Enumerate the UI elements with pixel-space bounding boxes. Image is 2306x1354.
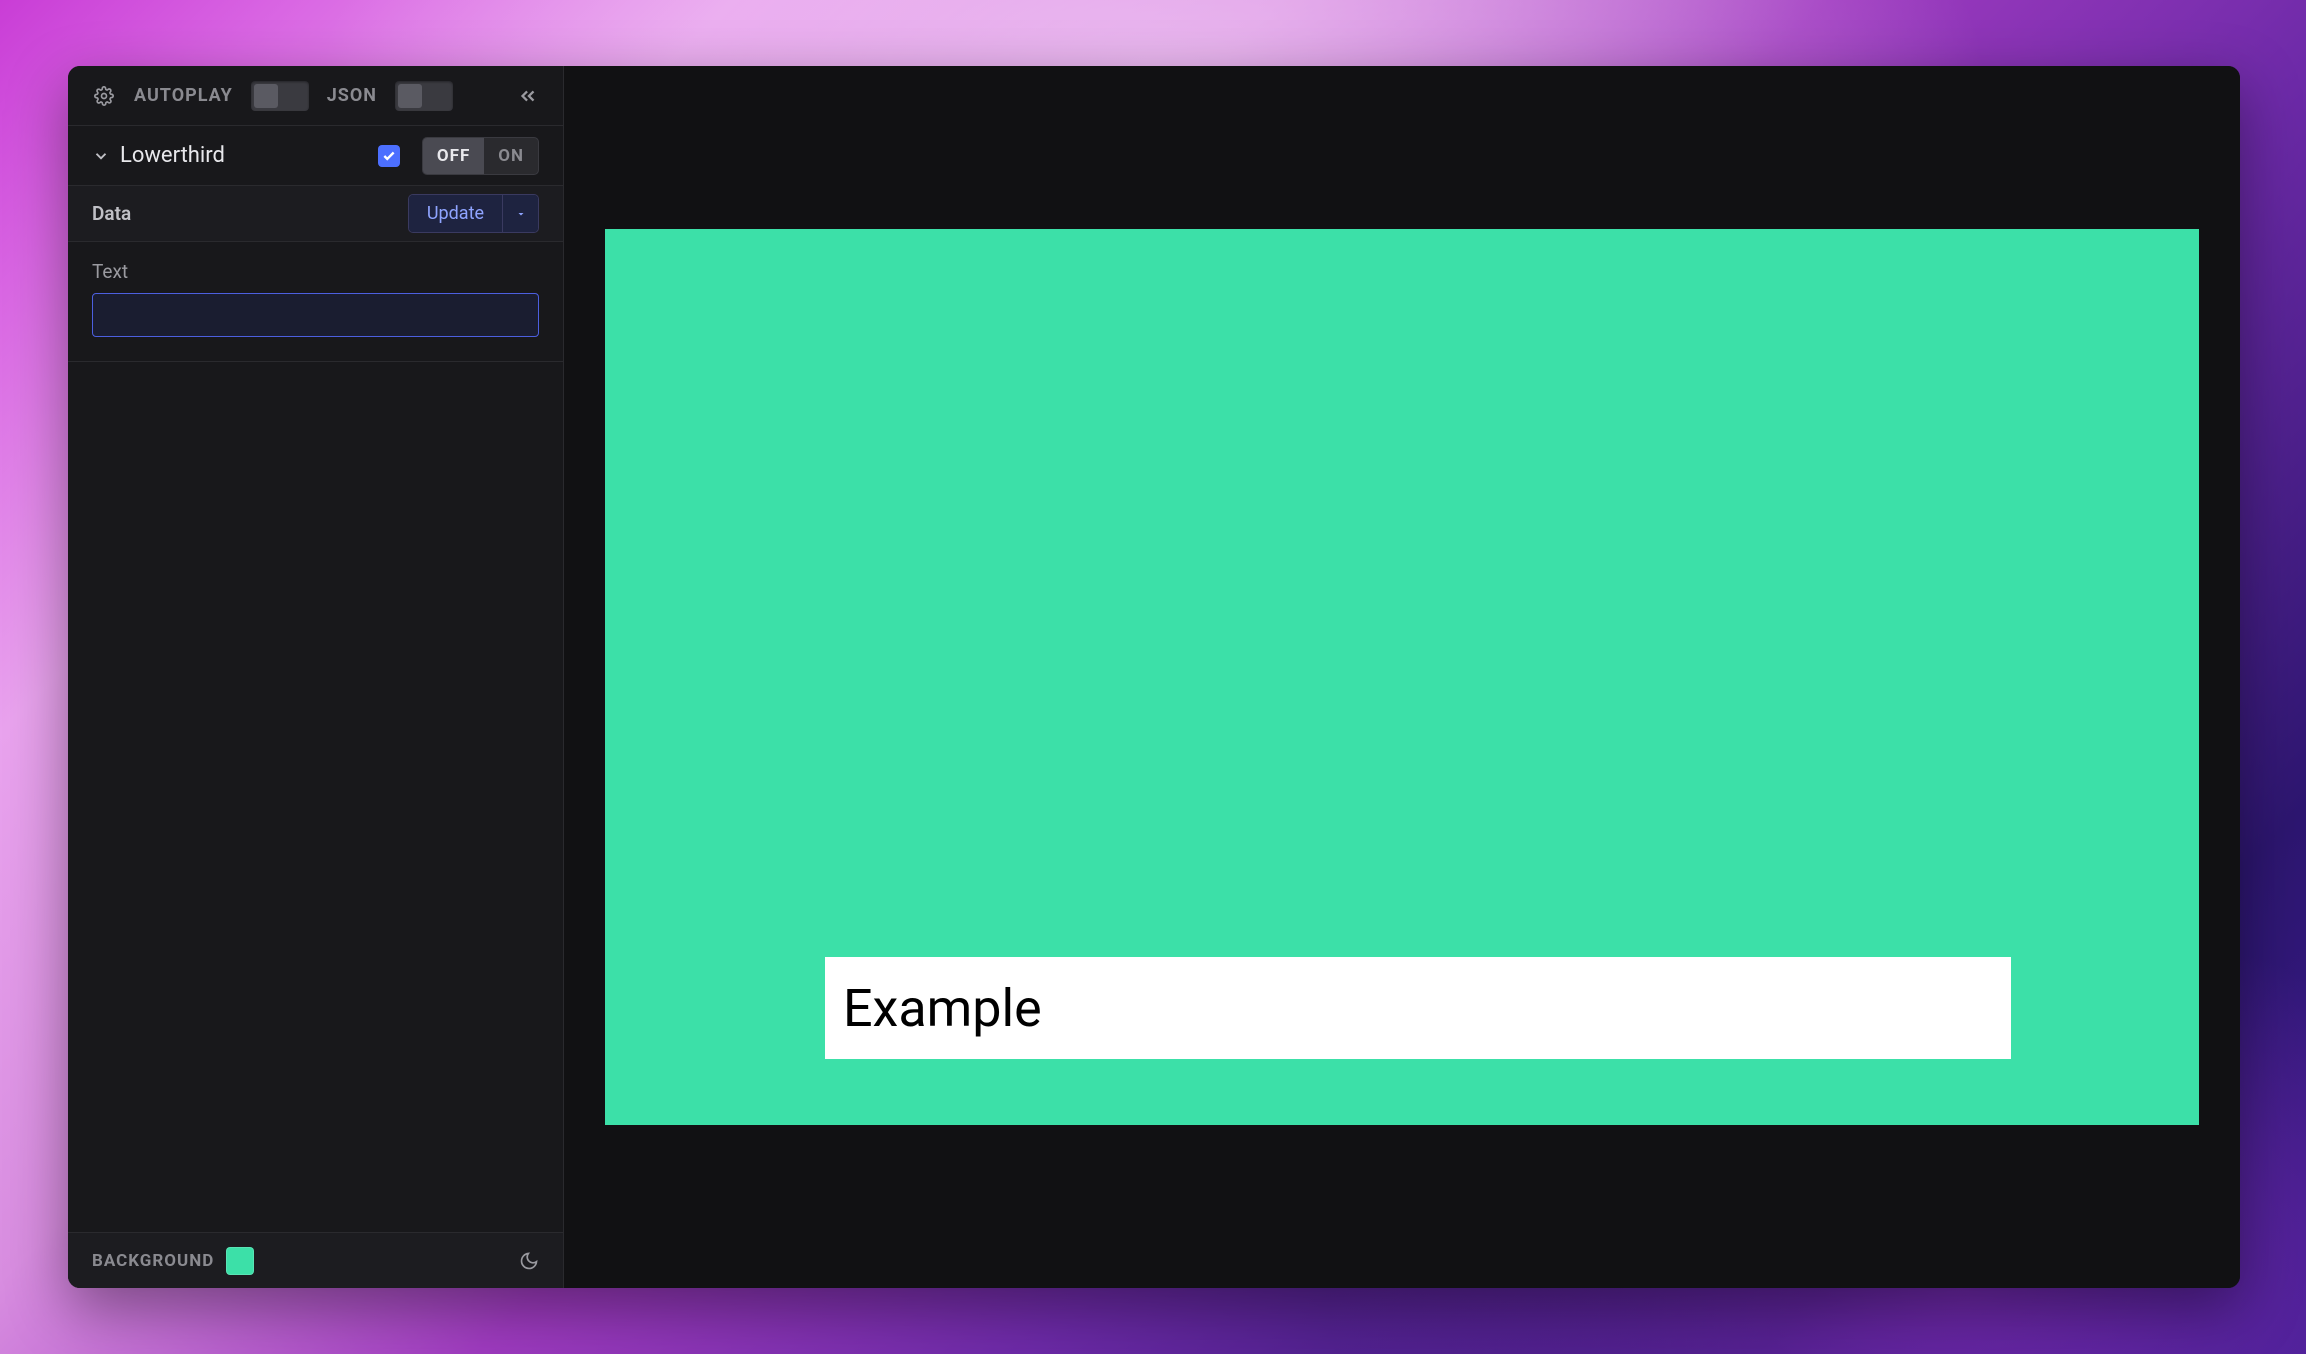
gear-icon (94, 86, 114, 106)
json-label: JSON (327, 85, 377, 106)
settings-button[interactable] (92, 84, 116, 108)
autoplay-label: AUTOPLAY (134, 85, 233, 106)
sidebar-footer: BACKGROUND (68, 1232, 563, 1288)
text-field-group: Text (68, 242, 563, 362)
caret-down-icon (515, 208, 527, 220)
segment-off[interactable]: OFF (423, 138, 484, 174)
segment-on[interactable]: ON (484, 138, 538, 174)
chevron-down-icon (92, 147, 110, 165)
text-input[interactable] (92, 293, 539, 337)
background-label: BACKGROUND (92, 1251, 214, 1271)
preview-area: Example (564, 66, 2240, 1288)
collapse-sidebar-button[interactable] (517, 85, 539, 107)
section-enabled-checkbox[interactable] (378, 145, 400, 167)
update-button[interactable]: Update (409, 195, 502, 232)
section-header: Lowerthird OFF ON (68, 126, 563, 186)
app-window: AUTOPLAY JSON Lowerthird (68, 66, 2240, 1288)
autoplay-toggle[interactable] (251, 81, 309, 111)
sidebar-header: AUTOPLAY JSON (68, 66, 563, 126)
sidebar: AUTOPLAY JSON Lowerthird (68, 66, 564, 1288)
off-on-segmented: OFF ON (422, 137, 539, 175)
data-label: Data (92, 202, 131, 225)
section-expand-toggle[interactable] (92, 147, 110, 165)
update-button-group: Update (408, 194, 539, 233)
theme-toggle-button[interactable] (519, 1251, 539, 1271)
lowerthird-text: Example (843, 978, 1042, 1039)
text-field-label: Text (92, 260, 539, 283)
data-row: Data Update (68, 186, 563, 242)
update-dropdown-button[interactable] (502, 195, 538, 232)
moon-icon (519, 1251, 539, 1271)
json-toggle[interactable] (395, 81, 453, 111)
check-icon (382, 149, 396, 163)
section-title: Lowerthird (120, 143, 225, 168)
background-color-swatch[interactable] (226, 1247, 254, 1275)
preview-canvas: Example (605, 229, 2199, 1125)
lowerthird-graphic: Example (825, 957, 2011, 1059)
chevron-double-left-icon (517, 85, 539, 107)
